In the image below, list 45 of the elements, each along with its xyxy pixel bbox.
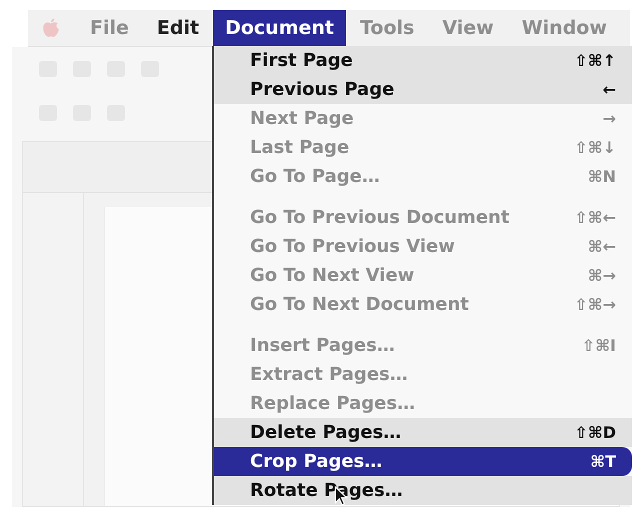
shortcut-label: ⇧⌘↓ [574,138,616,157]
menu-item-label: Go To Previous Document [250,207,510,228]
menu-item-label: First Page [250,50,353,71]
menu-title[interactable]: View [428,10,508,46]
menu-item[interactable]: Go To Previous Document ⇧⌘← [214,203,632,232]
menu-item-label: Insert Pages… [250,335,395,356]
menu-item[interactable]: Go To Previous View ⌘← [214,232,632,261]
shortcut-label: → [602,109,616,128]
menu-item[interactable]: Insert Pages… ⇧⌘I [214,331,632,360]
menu-item[interactable]: First Page ⇧⌘↑ [214,46,632,75]
menu-item-label: Previous Page [250,79,394,100]
menu-item-label: Crop Pages… [250,451,382,472]
menu-item-label: Go To Next Document [250,294,469,315]
menu-title[interactable]: Window [508,10,621,46]
shortcut-label: ⌘N [588,167,616,186]
menu-item[interactable]: Replace Pages… [214,389,632,418]
menu-item[interactable]: Delete Pages… ⇧⌘D [214,418,632,447]
menu-title[interactable]: Document [213,10,346,46]
menu-item-label: Go To Next View [250,265,414,286]
menu-item[interactable]: Go To Page… ⌘N [214,162,632,191]
menu-item[interactable]: Previous Page ← [214,75,632,104]
menu-item[interactable]: Next Page → [214,104,632,133]
shortcut-label: ⌘T [590,452,616,471]
menu-item-label: Last Page [250,137,350,158]
menu-item-label: Go To Previous View [250,236,455,257]
menu-item[interactable]: Last Page ⇧⌘↓ [214,133,632,162]
apple-icon[interactable] [42,18,60,38]
menu-item[interactable]: Go To Next Document ⇧⌘→ [214,290,632,319]
menu-title[interactable]: Tools [346,10,428,46]
menu-item-label: Next Page [250,108,354,129]
shortcut-label: ← [602,80,616,99]
menu-item[interactable]: Go To Next View ⌘→ [214,261,632,290]
shortcut-label: ⌘→ [588,266,616,285]
shortcut-label: ⌘← [588,237,616,256]
menu-title[interactable]: Edit [142,10,214,46]
shortcut-label: ⇧⌘D [574,423,616,442]
shortcut-label: ⇧⌘I [582,336,616,355]
menu-item[interactable]: Crop Pages… ⌘T [214,447,632,476]
shortcut-label: ⇧⌘↑ [574,51,616,70]
menu-item-label: Delete Pages… [250,422,402,443]
shortcut-label: ⇧⌘← [574,208,616,227]
menu-item-label: Go To Page… [250,166,380,187]
menu-title[interactable]: File [76,10,143,46]
shortcut-label: ⇧⌘→ [574,295,616,314]
menu-item[interactable]: Extract Pages… [214,360,632,389]
